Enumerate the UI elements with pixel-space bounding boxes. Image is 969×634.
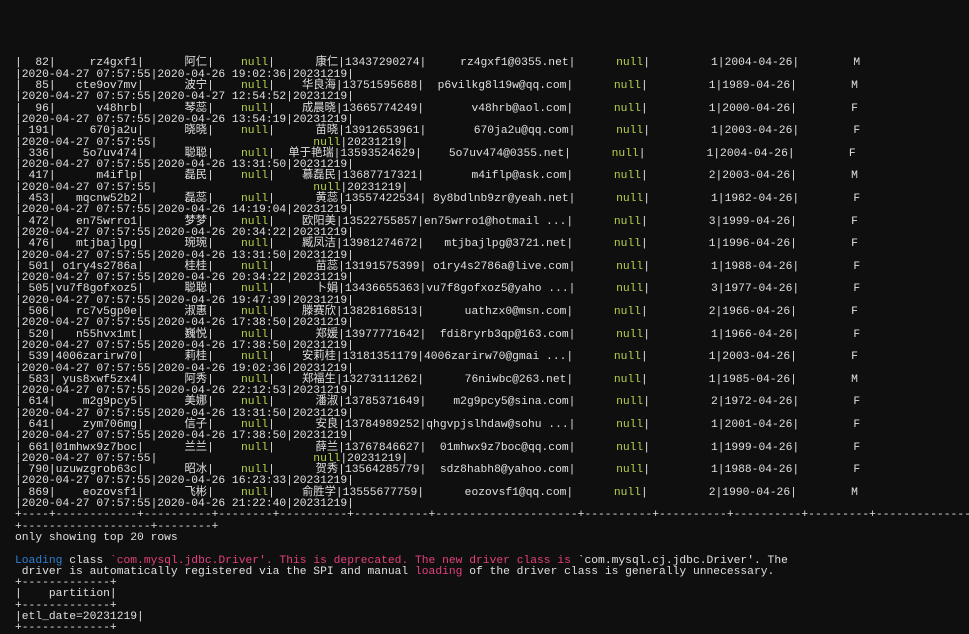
table2-separator: +-------------+ bbox=[15, 623, 969, 634]
terminal-output: | 82| rz4gxf1| 阿仁| null| 康仁|13437290274|… bbox=[0, 56, 969, 634]
table-row: | 476| mtjbajlpg| 琬琬| null| 臧凤洁|13981274… bbox=[15, 239, 969, 250]
table-row-continuation: |2020-04-27 07:57:55|2020-04-26 17:38:50… bbox=[15, 431, 969, 442]
row-count-note: only showing top 20 rows bbox=[15, 533, 969, 544]
table-row: | 191| 670ja2u| 晓晓| null| 苗晓|13912653961… bbox=[15, 126, 969, 137]
table-row: | 539|4006zarirw70| 莉桂| null| 安莉桂|131813… bbox=[15, 352, 969, 363]
table-row-continuation: |2020-04-27 07:57:55|2020-04-27 12:54:52… bbox=[15, 92, 969, 103]
table-row: | 614| m2g9pcy5| 美娜| null| 潘淑|1378537164… bbox=[15, 397, 969, 408]
table-row-continuation: |2020-04-27 07:57:55|2020-04-26 14:19:04… bbox=[15, 205, 969, 216]
loading-warning-line2: driver is automatically registered via t… bbox=[15, 567, 969, 578]
table-row-continuation: |2020-04-27 07:57:55|2020-04-26 17:38:50… bbox=[15, 318, 969, 329]
table2-header: | partition| bbox=[15, 589, 969, 600]
table-separator: +----+------------+----------+--------+-… bbox=[15, 510, 969, 521]
table2-separator: +-------------+ bbox=[15, 578, 969, 589]
table2-separator: +-------------+ bbox=[15, 601, 969, 612]
table2-row: |etl_date=20231219| bbox=[15, 612, 969, 623]
